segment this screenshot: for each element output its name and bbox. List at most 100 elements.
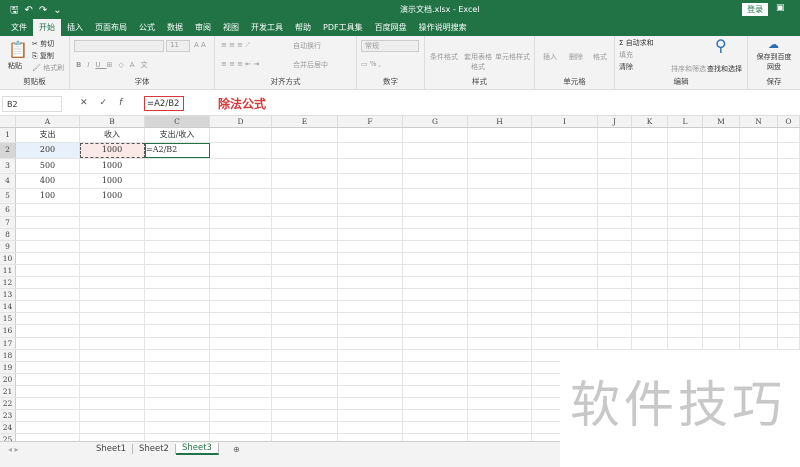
cell[interactable] xyxy=(532,228,598,240)
row-header[interactable]: 12 xyxy=(0,277,16,289)
align-icons-bottom[interactable]: ≡ ≡ ≡ ⇤ ⇥ xyxy=(221,60,259,68)
cell[interactable] xyxy=(272,373,338,385)
cell[interactable] xyxy=(272,264,338,277)
column-header[interactable]: L xyxy=(668,116,703,127)
cell[interactable] xyxy=(403,228,468,240)
cell[interactable] xyxy=(80,373,145,385)
cell[interactable]: 100 xyxy=(16,189,80,204)
cell[interactable] xyxy=(778,228,800,240)
cell[interactable] xyxy=(210,373,272,385)
cell[interactable] xyxy=(80,216,145,228)
cell[interactable] xyxy=(468,277,532,289)
cell[interactable] xyxy=(468,264,532,277)
tab-1[interactable]: 开始 xyxy=(33,19,61,36)
cell[interactable] xyxy=(740,337,778,349)
column-header[interactable]: M xyxy=(703,116,740,127)
cell[interactable] xyxy=(778,313,800,325)
cell[interactable] xyxy=(272,252,338,264)
cell[interactable] xyxy=(145,373,210,385)
cell[interactable] xyxy=(468,289,532,301)
cell[interactable] xyxy=(703,173,740,189)
quick-access-toolbar[interactable]: 🖫↶↷⌄ xyxy=(10,3,68,20)
cell[interactable] xyxy=(16,385,80,397)
column-header[interactable]: A xyxy=(16,116,80,127)
cell[interactable] xyxy=(403,385,468,397)
cell[interactable] xyxy=(16,373,80,385)
cell[interactable] xyxy=(468,143,532,158)
cell[interactable] xyxy=(668,252,703,264)
row-header[interactable]: 2 xyxy=(0,143,16,158)
cell[interactable] xyxy=(532,158,598,173)
copy-button[interactable]: ⎘ 复制 xyxy=(32,51,54,61)
cell[interactable] xyxy=(80,325,145,337)
cell[interactable] xyxy=(16,301,80,313)
cell[interactable] xyxy=(632,173,668,189)
cell[interactable]: 1000 xyxy=(80,173,145,189)
cell[interactable] xyxy=(598,289,632,301)
cell[interactable] xyxy=(272,204,338,216)
cell[interactable] xyxy=(210,252,272,264)
cell[interactable] xyxy=(338,361,403,373)
cell[interactable] xyxy=(598,228,632,240)
formula-input[interactable]: =A2/B2 xyxy=(144,96,184,111)
cell[interactable] xyxy=(632,289,668,301)
cell[interactable] xyxy=(740,189,778,204)
cell[interactable] xyxy=(468,410,532,422)
cell[interactable] xyxy=(338,422,403,434)
font-grow-icon[interactable]: A A xyxy=(194,41,206,49)
cell[interactable] xyxy=(668,216,703,228)
cell[interactable] xyxy=(16,313,80,325)
column-header[interactable]: C xyxy=(145,116,210,127)
cell[interactable] xyxy=(632,264,668,277)
cell[interactable] xyxy=(532,216,598,228)
autosum-button[interactable]: Σ 自动求和 xyxy=(619,38,654,48)
cell[interactable] xyxy=(338,189,403,204)
tab-0[interactable]: 文件 xyxy=(5,19,33,36)
cell[interactable] xyxy=(16,349,80,361)
cell[interactable]: 收入 xyxy=(80,128,145,143)
cell[interactable] xyxy=(272,240,338,252)
cell[interactable] xyxy=(338,173,403,189)
conditional-format-button[interactable]: 条件格式 xyxy=(429,52,459,62)
cell[interactable] xyxy=(145,158,210,173)
cell[interactable] xyxy=(338,301,403,313)
cell[interactable] xyxy=(403,173,468,189)
column-header[interactable]: K xyxy=(632,116,668,127)
cell[interactable] xyxy=(210,216,272,228)
row-header[interactable]: 6 xyxy=(0,204,16,216)
cell[interactable] xyxy=(740,228,778,240)
cell[interactable] xyxy=(778,252,800,264)
cell[interactable] xyxy=(778,289,800,301)
cell[interactable] xyxy=(632,252,668,264)
cell[interactable] xyxy=(272,173,338,189)
cell[interactable] xyxy=(532,289,598,301)
cell[interactable] xyxy=(16,289,80,301)
cell[interactable] xyxy=(703,337,740,349)
search-icon[interactable]: ⚲ xyxy=(715,36,727,55)
cell[interactable] xyxy=(668,173,703,189)
row-header[interactable]: 3 xyxy=(0,158,16,173)
cell[interactable]: 支出 xyxy=(16,128,80,143)
cell[interactable] xyxy=(145,301,210,313)
fill-button[interactable]: 填充 xyxy=(619,50,633,60)
sheet-nav-arrows[interactable]: ◂ ▸ xyxy=(0,445,90,454)
font-name-select[interactable] xyxy=(74,40,164,52)
cell[interactable] xyxy=(740,252,778,264)
cell[interactable] xyxy=(632,128,668,143)
cell[interactable] xyxy=(338,277,403,289)
cell[interactable] xyxy=(16,410,80,422)
cell[interactable] xyxy=(598,143,632,158)
cell[interactable] xyxy=(210,337,272,349)
cell[interactable] xyxy=(632,189,668,204)
cell[interactable] xyxy=(703,240,740,252)
cell[interactable] xyxy=(740,277,778,289)
cell[interactable] xyxy=(778,216,800,228)
cell[interactable] xyxy=(668,158,703,173)
cell[interactable] xyxy=(16,422,80,434)
cell[interactable] xyxy=(598,240,632,252)
cell[interactable] xyxy=(668,240,703,252)
row-header[interactable]: 20 xyxy=(0,373,16,385)
row-header[interactable]: 5 xyxy=(0,189,16,204)
cell[interactable] xyxy=(403,216,468,228)
cell[interactable] xyxy=(532,325,598,337)
